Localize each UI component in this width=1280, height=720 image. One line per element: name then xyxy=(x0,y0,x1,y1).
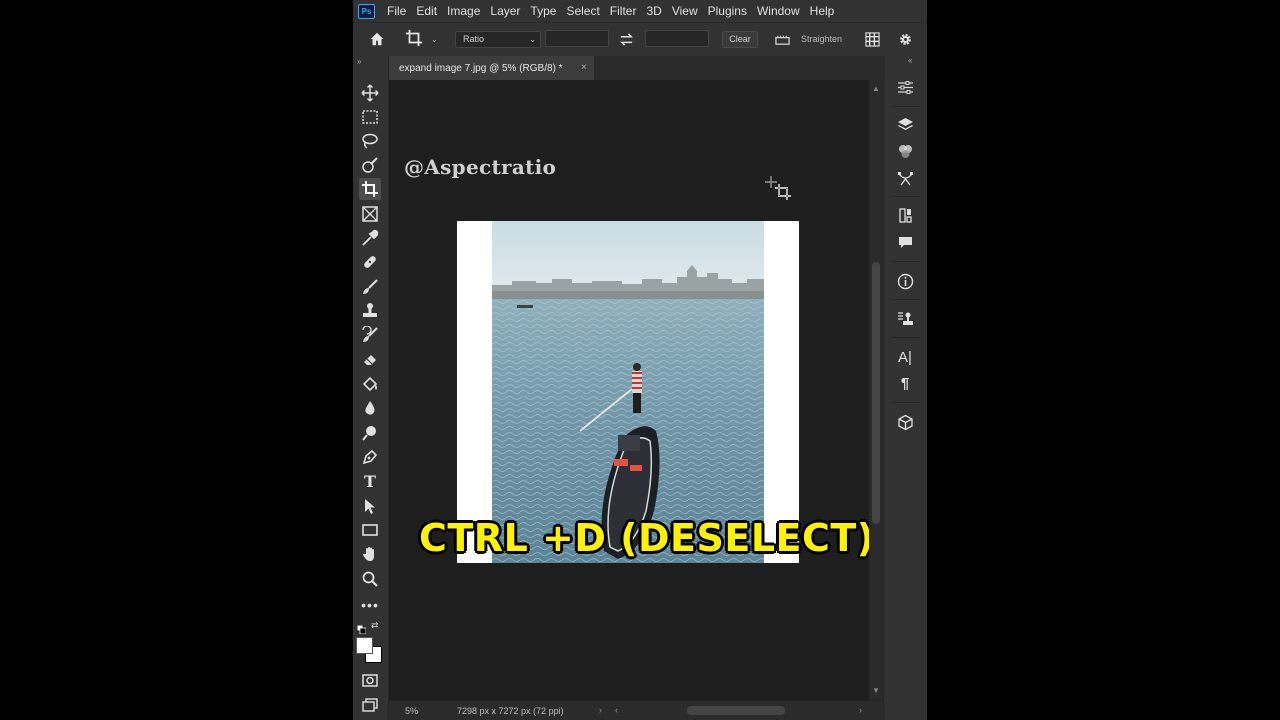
panel-divider xyxy=(892,196,920,197)
crop-tool-preset-icon[interactable] xyxy=(405,29,427,51)
dodge-tool-icon[interactable] xyxy=(359,422,381,444)
more-tools-icon[interactable]: ••• xyxy=(359,594,381,616)
history-brush-icon[interactable] xyxy=(359,324,381,346)
scroll-left-icon[interactable]: ‹ xyxy=(615,705,618,715)
character-panel-icon[interactable]: A| xyxy=(894,346,916,368)
photoshop-window: Ps File Edit Image Layer Type Select Fil… xyxy=(353,0,927,720)
chevron-down-icon[interactable]: ⌄ xyxy=(431,35,438,44)
document-tab[interactable]: expand image 7.jpg @ 5% (RGB/8) * × xyxy=(389,56,594,80)
menu-file[interactable]: File xyxy=(387,4,406,18)
pen-tool-icon[interactable] xyxy=(359,446,381,468)
menu-help[interactable]: Help xyxy=(810,4,835,18)
panel-divider xyxy=(892,106,920,107)
crop-tool-icon[interactable] xyxy=(359,178,381,200)
rectangle-tool-icon[interactable] xyxy=(359,519,381,541)
document-tab-bar: expand image 7.jpg @ 5% (RGB/8) * × xyxy=(389,56,883,80)
blur-tool-icon[interactable] xyxy=(359,397,381,419)
type-tool-icon[interactable]: T xyxy=(359,470,381,492)
menu-view[interactable]: View xyxy=(672,4,698,18)
scroll-right-icon[interactable]: › xyxy=(859,705,862,715)
document-size: 7298 px x 7272 px (72 ppi) xyxy=(457,706,564,716)
zoom-level[interactable]: 5% xyxy=(405,706,418,716)
straighten-icon[interactable] xyxy=(774,32,792,48)
channels-panel-icon[interactable] xyxy=(894,140,916,162)
menu-select[interactable]: Select xyxy=(566,4,599,18)
document-tab-title: expand image 7.jpg @ 5% (RGB/8) * xyxy=(399,62,563,74)
home-icon[interactable] xyxy=(368,30,388,50)
panel-divider xyxy=(892,402,920,403)
overlay-caption: CTRL +D (DESELECT) xyxy=(419,516,869,560)
rectangular-marquee-icon[interactable] xyxy=(359,106,381,128)
path-selection-icon[interactable] xyxy=(359,495,381,517)
expand-panels-icon[interactable]: « xyxy=(908,56,912,65)
frame-tool-icon[interactable] xyxy=(359,203,381,225)
status-menu-chevron-icon[interactable]: › xyxy=(599,705,602,715)
clone-stamp-icon[interactable] xyxy=(359,300,381,322)
collapse-panel-icon[interactable]: » xyxy=(357,57,361,66)
swap-colors-icon[interactable]: ⇄ xyxy=(371,620,379,631)
default-colors-icon[interactable] xyxy=(356,621,367,635)
zoom-tool-icon[interactable] xyxy=(359,568,381,590)
menu-window[interactable]: Window xyxy=(757,4,800,18)
menu-bar: Ps File Edit Image Layer Type Select Fil… xyxy=(353,0,927,22)
eyedropper-icon[interactable] xyxy=(359,227,381,249)
comments-panel-icon[interactable] xyxy=(894,231,916,253)
foreground-color-swatch[interactable] xyxy=(356,637,373,654)
document-canvas[interactable] xyxy=(457,221,799,563)
screen-mode-icon[interactable] xyxy=(359,694,381,716)
scroll-down-icon[interactable]: ▼ xyxy=(872,686,880,695)
clone-source-panel-icon[interactable] xyxy=(894,307,916,329)
ratio-dropdown[interactable]: Ratio ⌄ xyxy=(455,31,541,48)
menu-plugins[interactable]: Plugins xyxy=(708,4,747,18)
status-bar: 5% 7298 px x 7272 px (72 ppi) › ‹ › xyxy=(389,700,883,720)
horizontal-scroll-thumb[interactable] xyxy=(687,706,785,715)
paths-panel-icon[interactable] xyxy=(894,167,916,189)
photoshop-logo: Ps xyxy=(358,3,375,19)
paragraph-panel-icon[interactable]: ¶ xyxy=(894,372,916,394)
paint-bucket-icon[interactable] xyxy=(359,373,381,395)
menu-filter[interactable]: Filter xyxy=(610,4,637,18)
layers-panel-icon[interactable] xyxy=(894,113,916,135)
properties-panel-icon[interactable] xyxy=(894,204,916,226)
healing-brush-icon[interactable] xyxy=(359,251,381,273)
eraser-icon[interactable] xyxy=(359,348,381,370)
close-icon[interactable]: × xyxy=(581,62,587,73)
lasso-icon[interactable] xyxy=(359,130,381,152)
menu-3d[interactable]: 3D xyxy=(646,4,661,18)
menu-type[interactable]: Type xyxy=(530,4,556,18)
vertical-scrollbar[interactable]: ▲ ▼ xyxy=(869,80,883,700)
panel-divider xyxy=(892,337,920,338)
tools-panel: » T ••• ⇄ xyxy=(353,56,389,720)
options-bar: ⌄ Ratio ⌄ Clear Straighten xyxy=(353,22,927,56)
brush-icon[interactable] xyxy=(359,276,381,298)
panel-divider xyxy=(892,261,920,262)
swap-icon[interactable] xyxy=(619,32,635,48)
overlay-grid-icon[interactable] xyxy=(865,32,881,48)
info-panel-icon[interactable] xyxy=(894,270,916,292)
object-selection-icon[interactable] xyxy=(359,154,381,176)
ratio-width-input[interactable] xyxy=(545,30,609,47)
move-tool-icon[interactable] xyxy=(359,82,381,104)
scroll-up-icon[interactable]: ▲ xyxy=(872,84,880,93)
menu-edit[interactable]: Edit xyxy=(416,4,437,18)
straighten-label[interactable]: Straighten xyxy=(801,34,842,44)
clear-button[interactable]: Clear xyxy=(722,31,758,48)
crop-cursor-icon xyxy=(765,176,793,202)
ratio-height-input[interactable] xyxy=(645,30,709,47)
chevron-down-icon: ⌄ xyxy=(529,35,536,44)
gondola-photo xyxy=(492,221,764,563)
3d-panel-icon[interactable] xyxy=(894,411,916,433)
gear-icon[interactable] xyxy=(898,32,914,48)
panel-dock: « A| ¶ xyxy=(883,56,927,720)
ratio-dropdown-value: Ratio xyxy=(463,34,485,44)
vertical-scroll-thumb[interactable] xyxy=(872,262,880,524)
menu-image[interactable]: Image xyxy=(447,4,480,18)
quick-mask-icon[interactable] xyxy=(359,669,381,691)
canvas-area[interactable]: @Aspectratio CTRL +D (DESELECT) xyxy=(389,80,869,700)
watermark-text: @Aspectratio xyxy=(404,155,557,179)
panel-divider xyxy=(892,299,920,300)
adjustments-panel-icon[interactable] xyxy=(894,76,916,98)
hand-tool-icon[interactable] xyxy=(359,543,381,565)
menu-layer[interactable]: Layer xyxy=(490,4,520,18)
